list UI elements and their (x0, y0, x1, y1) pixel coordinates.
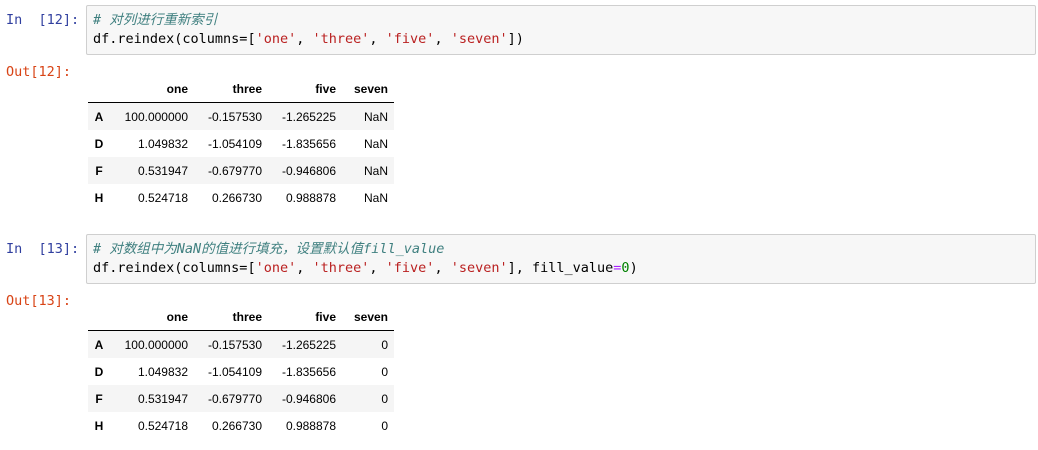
row-index: D (94, 136, 104, 151)
table-header-row: one three five seven (88, 76, 394, 103)
table-cell: 0.988878 (285, 418, 336, 433)
column-header: seven (342, 304, 394, 331)
code-close: ) (629, 260, 638, 276)
row-index: F (95, 391, 103, 406)
table-cell: -1.265225 (281, 109, 336, 124)
table-cell: -0.157530 (207, 337, 262, 352)
code-close: ]) (507, 31, 524, 47)
table-cell: 0.524718 (137, 418, 188, 433)
table-cell: NaN (363, 136, 388, 151)
list-open: [ (247, 260, 256, 276)
dataframe-output-13: one three five seven A 100.000000 -0.157… (88, 304, 394, 439)
table-cell: 0.524718 (137, 190, 188, 205)
table-cell: -1.054109 (207, 364, 262, 379)
code-cell-13[interactable]: # 对数组中为NaN的值进行填充，设置默认值fill_value df.rein… (86, 234, 1036, 284)
column-header: one (110, 304, 194, 331)
table-cell: 100.000000 (124, 337, 188, 352)
code-string: 'one' (255, 260, 297, 276)
list-open: [ (247, 31, 256, 47)
table-cell: 1.049832 (137, 136, 188, 151)
input-prompt-12: In [12]: (6, 12, 80, 28)
table-row: D 1.049832 -1.054109 -1.835656 0 (88, 358, 394, 385)
code-line-statement: df.reindex(columns=['one', 'three', 'fiv… (93, 260, 638, 276)
row-index: D (94, 364, 104, 379)
index-header (88, 76, 110, 103)
table-row: H 0.524718 0.266730 0.988878 0 (88, 412, 394, 439)
output-prompt-12: Out[12]: (6, 64, 72, 80)
row-index: F (95, 163, 103, 178)
code-string: 'three' (312, 31, 370, 47)
code-line-statement: df.reindex(columns=['one', 'three', 'fiv… (93, 31, 524, 47)
row-index: H (94, 190, 104, 205)
index-header (88, 304, 110, 331)
code-string: 'five' (385, 260, 435, 276)
table-cell: -0.679770 (207, 163, 262, 178)
table-cell: 0.531947 (137, 163, 188, 178)
code-string: 'seven' (450, 31, 508, 47)
row-index: A (94, 109, 104, 124)
table-cell: 0 (381, 337, 388, 352)
code-string: 'one' (255, 31, 297, 47)
table-row: H 0.524718 0.266730 0.988878 NaN (88, 184, 394, 211)
code-kwarg: ], fill_value (507, 260, 614, 276)
code-line-comment: # 对列进行重新索引 (93, 11, 1029, 30)
column-header: three (194, 76, 268, 103)
table-cell: -0.679770 (207, 391, 262, 406)
code-comment: # 对数组中为NaN的值进行填充，设置默认值fill_value (93, 241, 445, 257)
code-line-comment: # 对数组中为NaN的值进行填充，设置默认值fill_value (93, 240, 1029, 259)
column-header: seven (342, 76, 394, 103)
output-prompt-13: Out[13]: (6, 293, 72, 309)
table-row: F 0.531947 -0.679770 -0.946806 NaN (88, 157, 394, 184)
column-header: one (110, 76, 194, 103)
column-header: five (268, 304, 342, 331)
table-cell: 0.266730 (211, 418, 262, 433)
table-cell: 0.531947 (137, 391, 188, 406)
code-comment: # 对列进行重新索引 (93, 12, 218, 28)
code-call: df.reindex(columns= (93, 31, 248, 47)
code-string: 'five' (385, 31, 435, 47)
column-header: five (268, 76, 342, 103)
input-prompt-13: In [13]: (6, 241, 80, 257)
table-cell: 100.000000 (124, 109, 188, 124)
code-number: 0 (621, 260, 630, 276)
column-header: three (194, 304, 268, 331)
table-row: A 100.000000 -0.157530 -1.265225 NaN (88, 102, 394, 130)
table-cell: -0.946806 (281, 163, 336, 178)
table-cell: 0.266730 (211, 190, 262, 205)
table-cell: NaN (363, 163, 388, 178)
table-header-row: one three five seven (88, 304, 394, 331)
table-cell: NaN (363, 190, 388, 205)
code-call: df.reindex(columns= (93, 260, 248, 276)
code-cell-12[interactable]: # 对列进行重新索引 df.reindex(columns=['one', 't… (86, 5, 1036, 55)
table-cell: -0.157530 (207, 109, 262, 124)
table-cell: NaN (363, 109, 388, 124)
table-cell: 0 (381, 418, 388, 433)
table-cell: 0.988878 (285, 190, 336, 205)
row-index: A (94, 337, 104, 352)
table-cell: -0.946806 (281, 391, 336, 406)
table-cell: -1.835656 (281, 364, 336, 379)
row-index: H (94, 418, 104, 433)
table-row: F 0.531947 -0.679770 -0.946806 0 (88, 385, 394, 412)
table-cell: -1.054109 (207, 136, 262, 151)
table-cell: 1.049832 (137, 364, 188, 379)
code-string: 'seven' (450, 260, 508, 276)
code-string: 'three' (312, 260, 370, 276)
table-row: D 1.049832 -1.054109 -1.835656 NaN (88, 130, 394, 157)
table-cell: 0 (381, 364, 388, 379)
table-cell: -1.265225 (281, 337, 336, 352)
table-cell: 0 (381, 391, 388, 406)
dataframe-output-12: one three five seven A 100.000000 -0.157… (88, 76, 394, 211)
table-row: A 100.000000 -0.157530 -1.265225 0 (88, 330, 394, 358)
table-cell: -1.835656 (281, 136, 336, 151)
